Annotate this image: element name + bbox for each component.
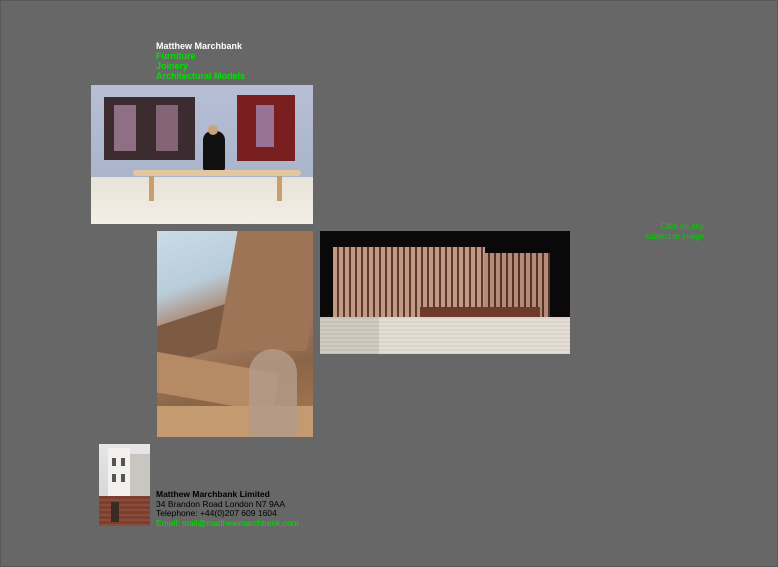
- contact-block: Matthew Marchbank Limited 34 Brandon Roa…: [156, 489, 299, 529]
- studio-building-image[interactable]: [99, 444, 150, 526]
- joinery-image[interactable]: [157, 231, 313, 437]
- nav-link-furniture[interactable]: Furniture: [156, 51, 245, 61]
- furniture-image[interactable]: [91, 85, 313, 224]
- click-hint-line-2: subject or image: [645, 232, 704, 241]
- nav-link-joinery[interactable]: Joinery: [156, 61, 245, 71]
- architectural-model-image[interactable]: [320, 231, 570, 354]
- site-title: Matthew Marchbank: [156, 41, 243, 51]
- nav-link-architectural-models[interactable]: Architectural Models: [156, 71, 245, 81]
- click-hint: Click on any subject or image: [626, 222, 704, 242]
- click-hint-line-1: Click on any: [660, 222, 704, 231]
- site-nav: Matthew Marchbank Furniture Joinery Arch…: [156, 41, 245, 81]
- email-link[interactable]: Email: mail@matthewmarchbank.com: [156, 518, 299, 529]
